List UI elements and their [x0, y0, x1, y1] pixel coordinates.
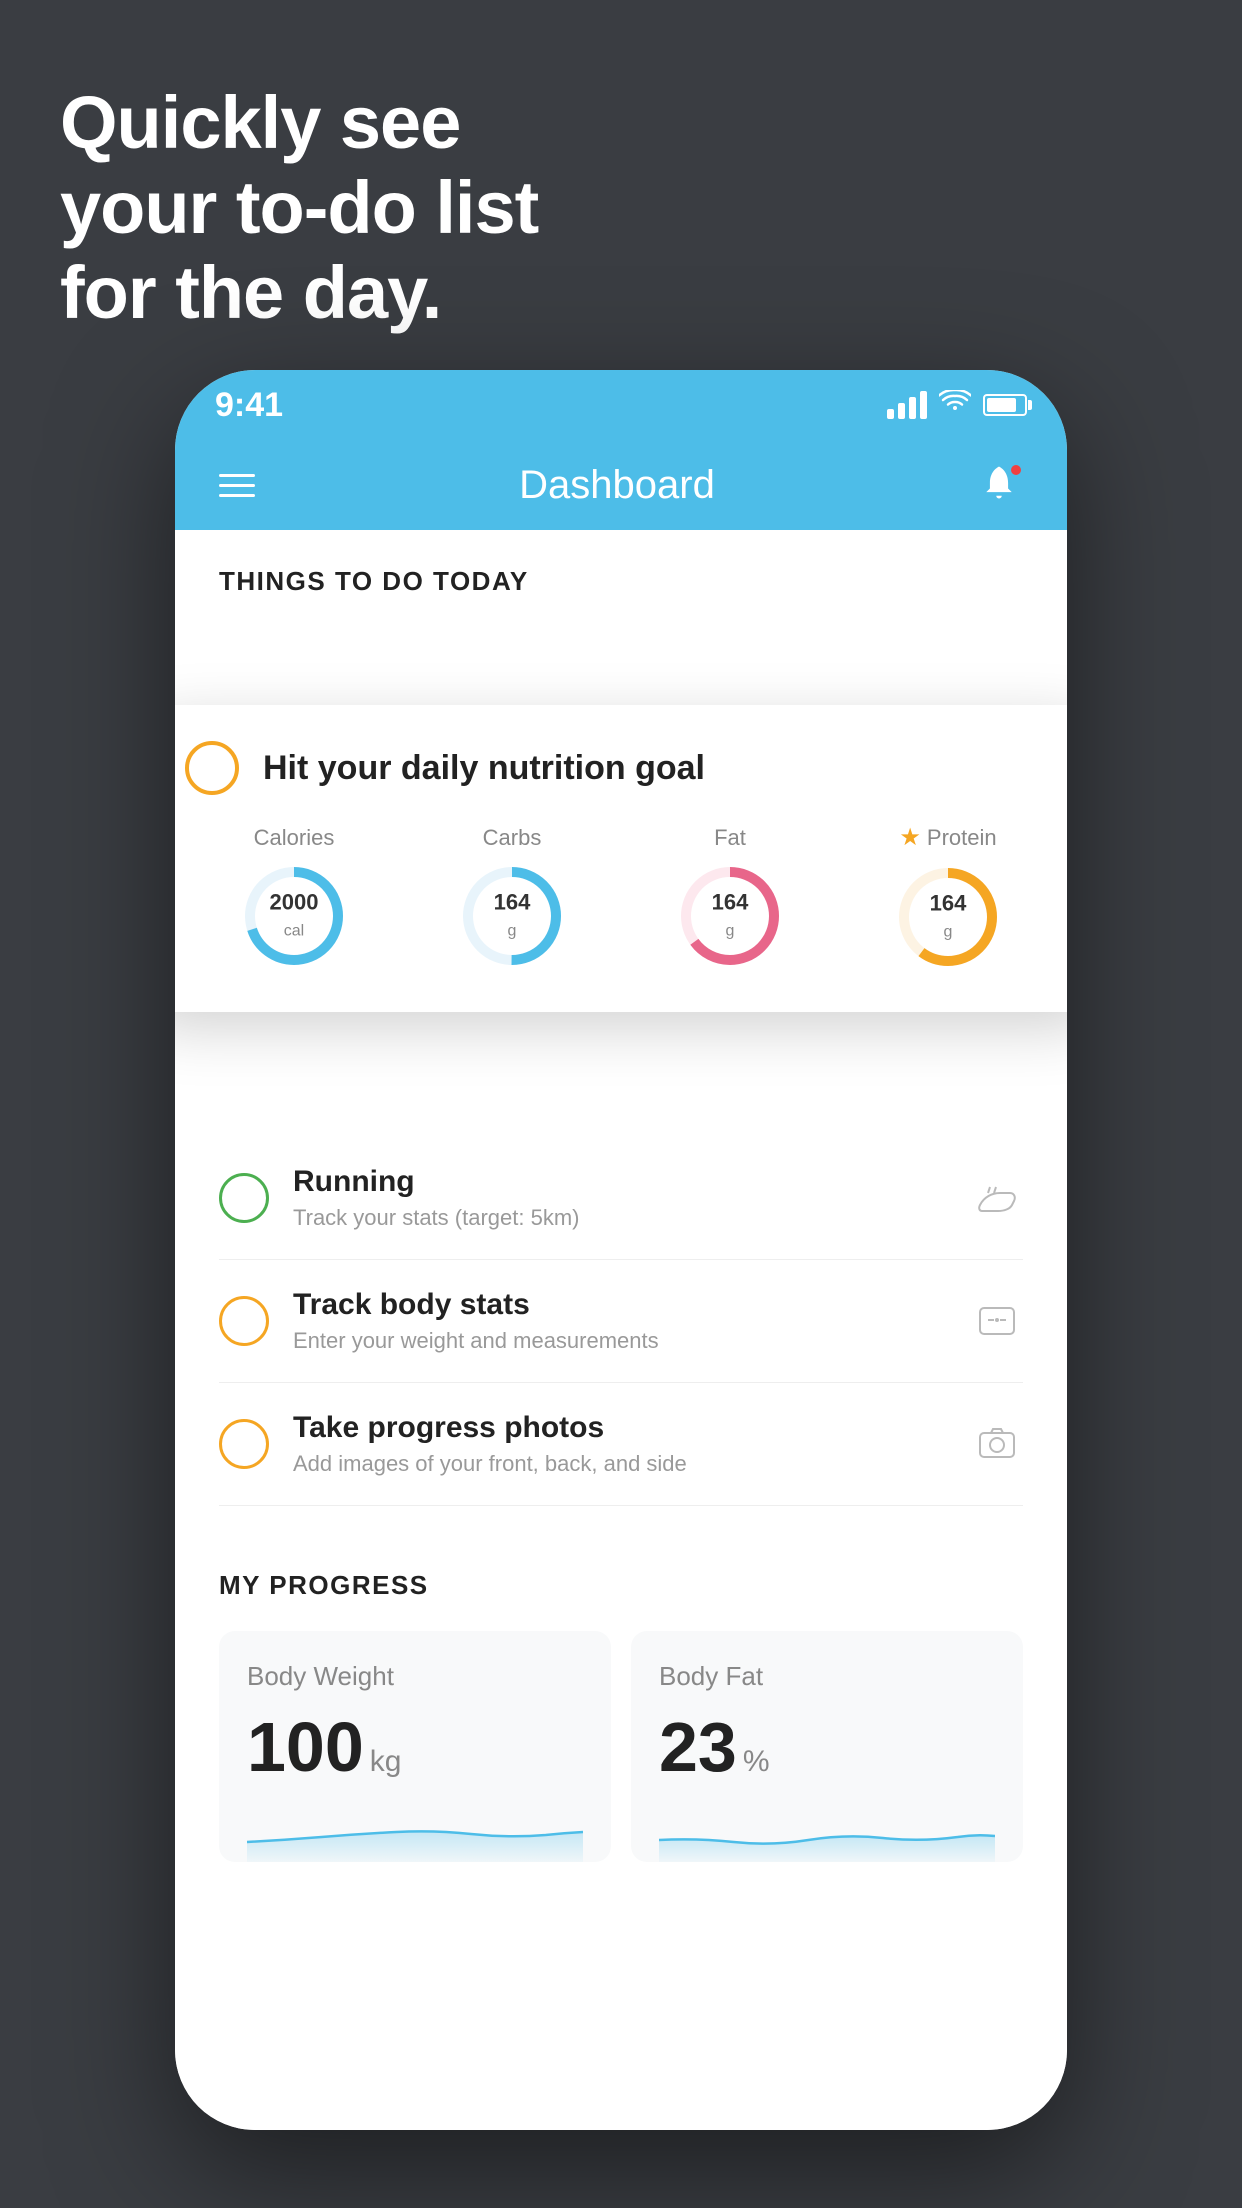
progress-photos-check-circle	[219, 1419, 269, 1469]
nav-title: Dashboard	[519, 463, 715, 508]
body-stats-title: Track body stats	[293, 1288, 947, 1322]
body-fat-title: Body Fat	[659, 1661, 995, 1692]
shoe-icon	[971, 1172, 1023, 1224]
nutrition-fat: Fat 164g	[675, 825, 785, 971]
nav-bar: Dashboard	[175, 440, 1067, 530]
todo-item-body-stats[interactable]: Track body stats Enter your weight and m…	[219, 1260, 1023, 1383]
protein-value: 164g	[930, 891, 967, 944]
body-fat-value: 23%	[659, 1712, 995, 1782]
phone-mockup: 9:41	[175, 370, 1067, 2130]
body-stats-check-circle	[219, 1296, 269, 1346]
photo-icon	[971, 1418, 1023, 1470]
hamburger-icon[interactable]	[219, 474, 255, 497]
things-to-do-header: THINGS TO DO TODAY	[175, 530, 1067, 617]
todo-item-progress-photos[interactable]: Take progress photos Add images of your …	[219, 1383, 1023, 1506]
bell-icon[interactable]	[979, 463, 1023, 507]
body-fat-card: Body Fat 23%	[631, 1631, 1023, 1862]
progress-header: MY PROGRESS	[219, 1570, 1023, 1601]
hero-line1: Quickly see	[60, 80, 538, 165]
body-weight-value: 100kg	[247, 1712, 583, 1782]
nutrition-row: Calories 2000cal Carbs	[185, 823, 1057, 972]
body-weight-chart	[247, 1802, 583, 1862]
carbs-donut: 164g	[457, 861, 567, 971]
star-icon: ★	[899, 823, 921, 852]
nutrition-protein: ★ Protein 164g	[893, 823, 1003, 972]
running-title: Running	[293, 1165, 947, 1199]
phone-content: THINGS TO DO TODAY Hit your daily nutrit…	[175, 530, 1067, 2130]
wifi-icon	[939, 389, 971, 421]
battery-icon	[983, 394, 1027, 416]
scale-icon	[971, 1295, 1023, 1347]
protein-donut: 164g	[893, 862, 1003, 972]
hero-text: Quickly see your to-do list for the day.	[60, 80, 538, 335]
hero-line2: your to-do list	[60, 165, 538, 250]
running-content: Running Track your stats (target: 5km)	[293, 1165, 947, 1231]
fat-donut: 164g	[675, 861, 785, 971]
status-icons	[887, 389, 1027, 421]
calories-donut: 2000cal	[239, 861, 349, 971]
carbs-label: Carbs	[483, 825, 542, 851]
body-stats-content: Track body stats Enter your weight and m…	[293, 1288, 947, 1354]
body-weight-card: Body Weight 100kg	[219, 1631, 611, 1862]
nutrition-card-title: Hit your daily nutrition goal	[263, 749, 705, 788]
progress-cards: Body Weight 100kg	[219, 1631, 1023, 1862]
todo-item-running[interactable]: Running Track your stats (target: 5km)	[219, 1137, 1023, 1260]
hero-line3: for the day.	[60, 250, 538, 335]
todo-list: Running Track your stats (target: 5km) T…	[175, 1137, 1067, 1506]
fat-label: Fat	[714, 825, 746, 851]
running-check-circle	[219, 1173, 269, 1223]
status-bar: 9:41	[175, 370, 1067, 440]
progress-photos-title: Take progress photos	[293, 1411, 947, 1445]
status-time: 9:41	[215, 386, 283, 425]
calories-label: Calories	[254, 825, 335, 851]
progress-photos-content: Take progress photos Add images of your …	[293, 1411, 947, 1477]
nutrition-carbs: Carbs 164g	[457, 825, 567, 971]
nutrition-card: Hit your daily nutrition goal Calories 2…	[175, 705, 1067, 1012]
running-subtitle: Track your stats (target: 5km)	[293, 1205, 947, 1231]
progress-photos-subtitle: Add images of your front, back, and side	[293, 1451, 947, 1477]
progress-section: MY PROGRESS Body Weight 100kg	[175, 1526, 1067, 1862]
signal-icon	[887, 391, 927, 419]
nutrition-circle-check	[185, 741, 239, 795]
carbs-value: 164g	[494, 889, 531, 942]
fat-value: 164g	[712, 889, 749, 942]
body-fat-chart	[659, 1802, 995, 1862]
calories-value: 2000cal	[270, 889, 319, 942]
body-stats-subtitle: Enter your weight and measurements	[293, 1328, 947, 1354]
body-weight-title: Body Weight	[247, 1661, 583, 1692]
notification-dot	[1009, 463, 1023, 477]
nutrition-calories: Calories 2000cal	[239, 825, 349, 971]
protein-label: ★ Protein	[899, 823, 996, 852]
